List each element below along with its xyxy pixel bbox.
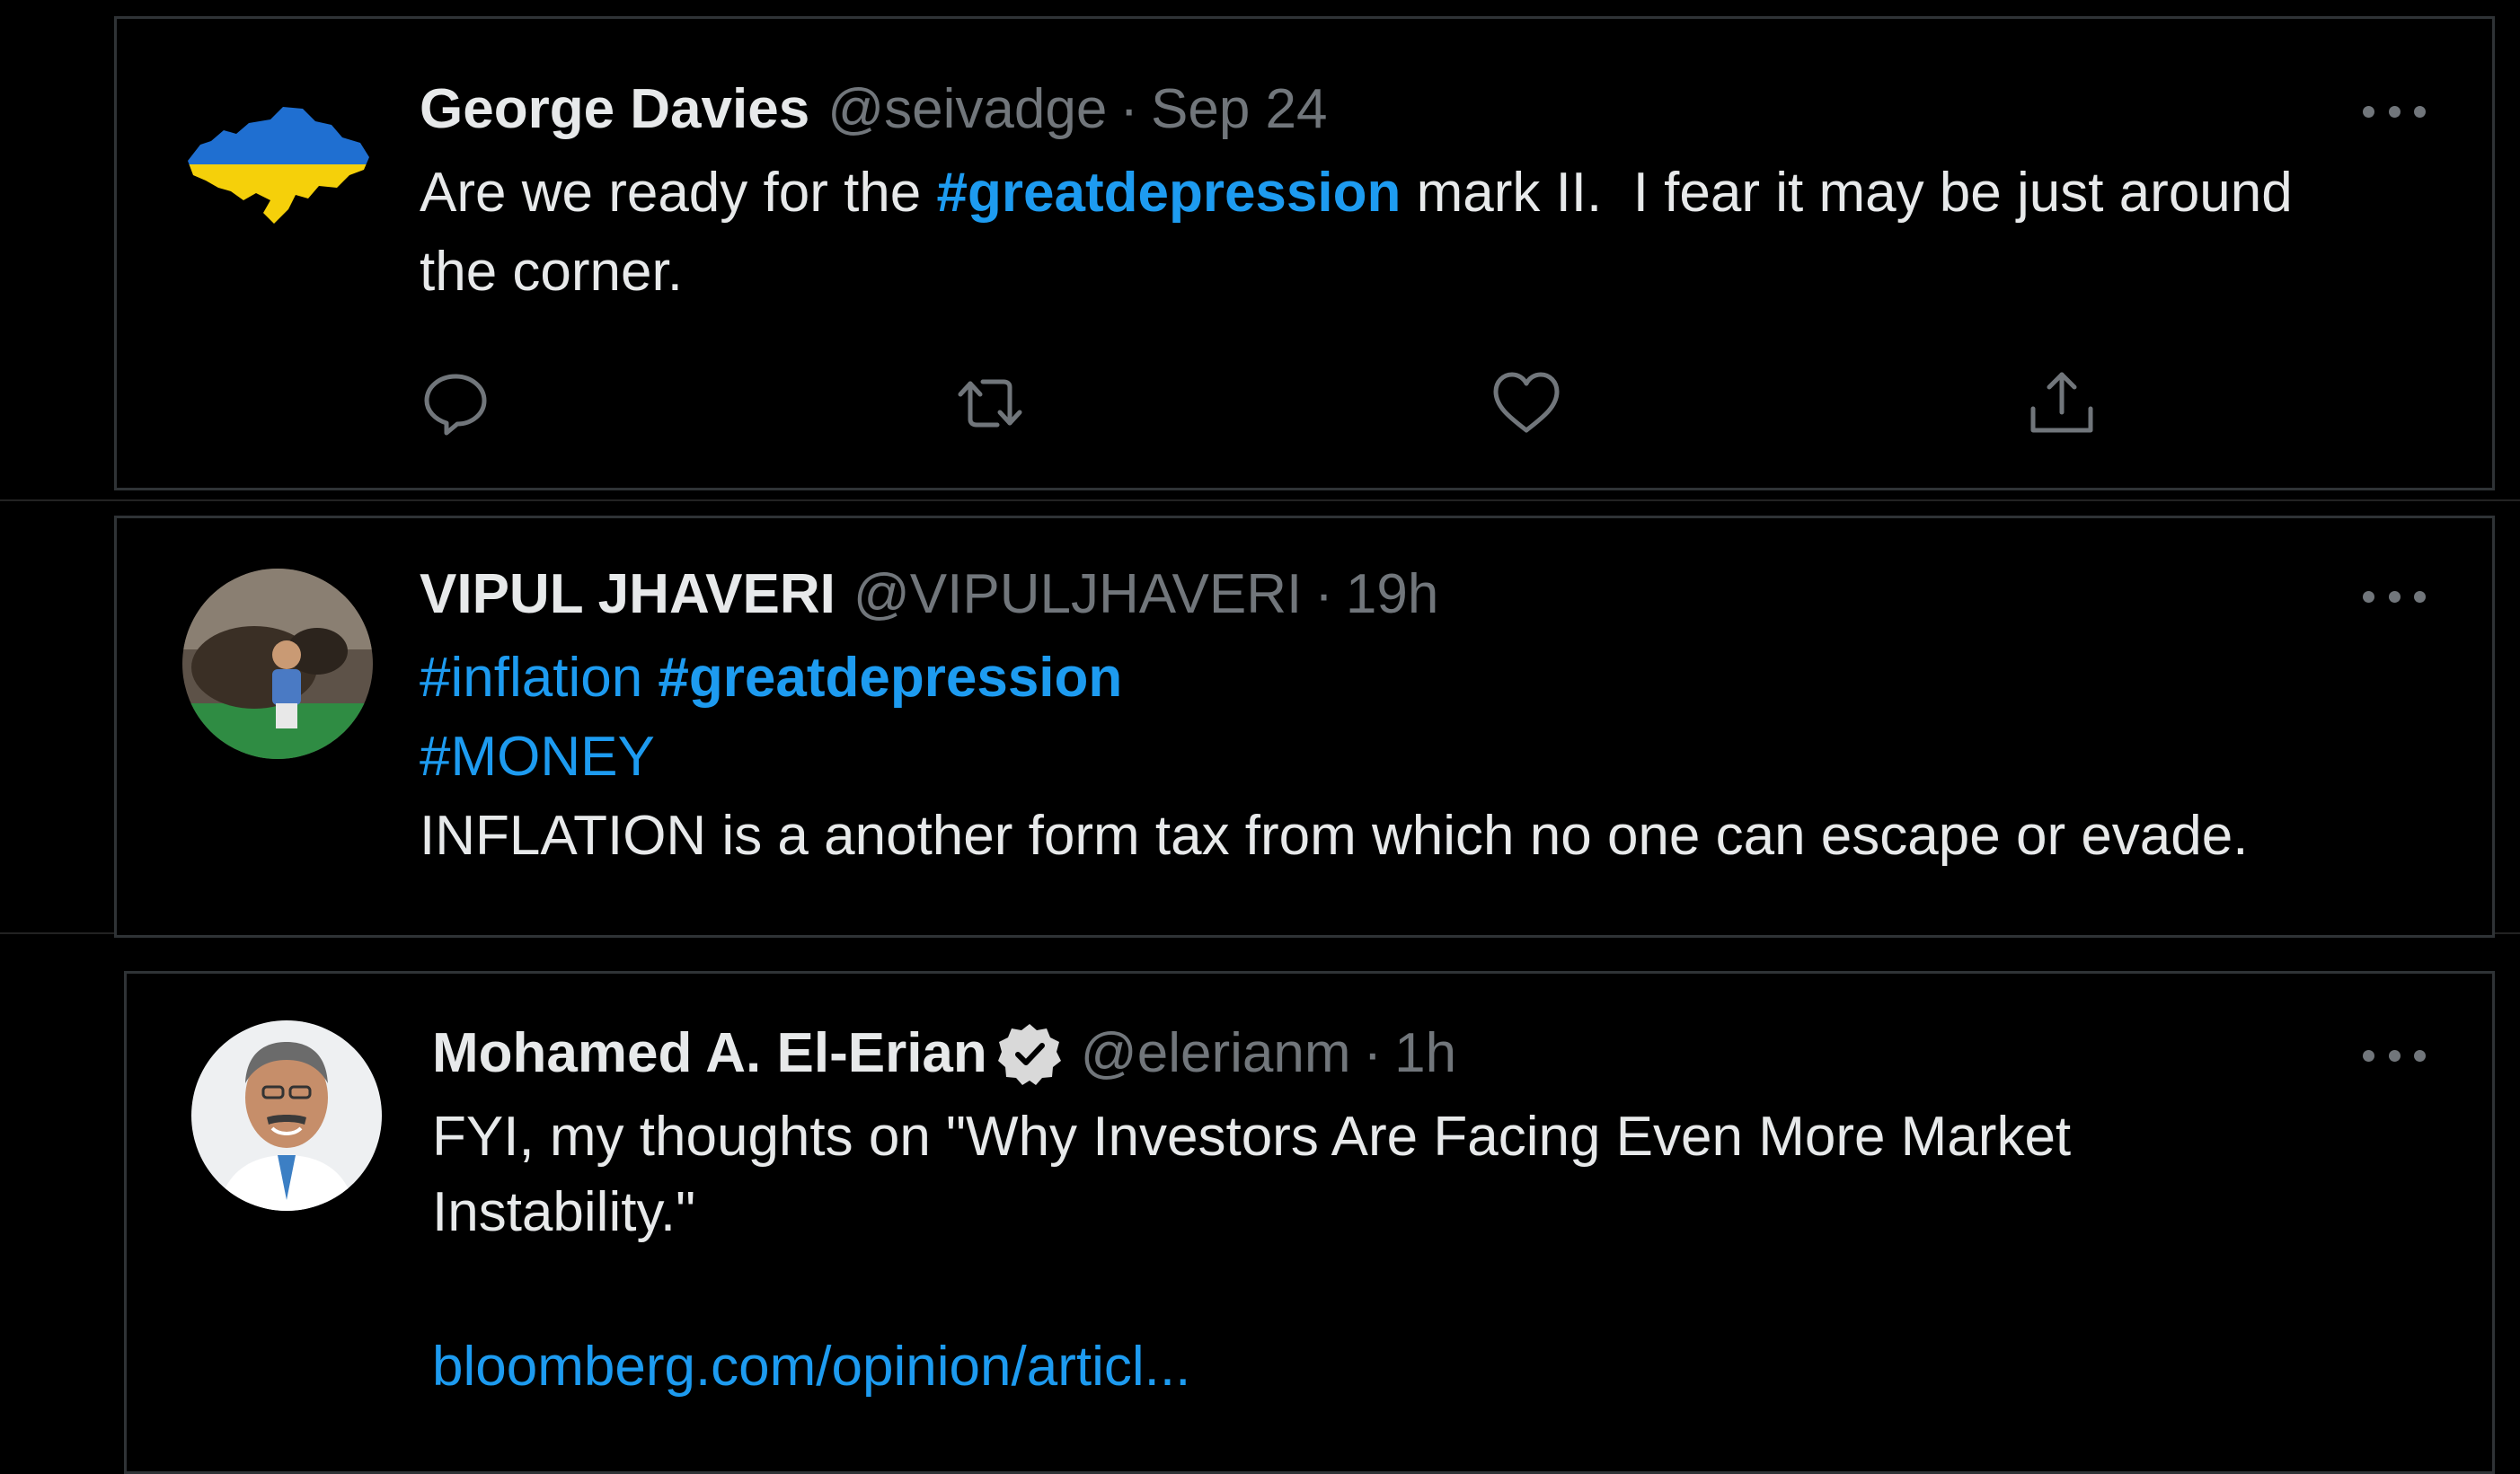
more-dot — [2388, 590, 2401, 603]
tweet-text: FYI, my thoughts on "Why Investors Are F… — [432, 1099, 2463, 1250]
hashtag-link[interactable]: #greatdepression — [937, 162, 1401, 224]
author-handle[interactable]: @seivadge — [827, 76, 1107, 143]
more-options-icon[interactable] — [2363, 1042, 2426, 1069]
hashtag-link[interactable]: #inflation — [420, 647, 642, 709]
more-dot — [2388, 1049, 2401, 1062]
author-name[interactable]: Mohamed A. El-Erian — [432, 1020, 987, 1087]
tweet-timestamp[interactable]: 1h — [1394, 1020, 1456, 1087]
reply-icon[interactable] — [420, 367, 491, 439]
tweet-link-container: bloomberg.com/opinion/articl... — [432, 1328, 2463, 1407]
more-dot — [2363, 590, 2374, 603]
retweet-icon[interactable] — [954, 367, 1026, 439]
more-dot — [2414, 590, 2426, 603]
tweet-text-segment: the corner. — [420, 241, 683, 303]
tweet-text-segment: Are we ready for the — [420, 162, 937, 224]
verified-badge-icon — [996, 1020, 1063, 1087]
author-name[interactable]: VIPUL JHAVERI — [420, 561, 836, 628]
more-dot — [2414, 105, 2426, 118]
author-handle[interactable]: @elerianm — [1081, 1020, 1351, 1087]
hashtag-link[interactable]: #greatdepression — [658, 647, 1122, 709]
separator-line — [0, 499, 2520, 501]
separator-dot: · — [1363, 1022, 1383, 1084]
avatar[interactable] — [182, 569, 373, 759]
more-options-icon[interactable] — [2363, 98, 2426, 125]
more-dot — [2388, 105, 2401, 118]
tweet-timestamp[interactable]: Sep 24 — [1151, 76, 1328, 143]
tweet-text: Are we ready for the #greatdepression ma… — [420, 154, 2450, 312]
photo-avatar-icon — [182, 569, 373, 759]
tweet-actions — [420, 367, 2216, 439]
share-icon[interactable] — [2026, 367, 2098, 439]
more-dot — [2414, 1049, 2426, 1062]
avatar[interactable] — [184, 98, 375, 233]
tweet-timestamp[interactable]: 19h — [1346, 561, 1438, 628]
tweet-card[interactable]: Mohamed A. El-Erian @elerianm · 1h FYI, … — [124, 971, 2495, 1474]
like-icon[interactable] — [1490, 367, 1562, 439]
author-handle[interactable]: @VIPULJHAVERI — [853, 561, 1302, 628]
tweet-header: VIPUL JHAVERI @VIPULJHAVERI · 19h — [420, 561, 1438, 628]
tweet-text-segment: FYI, my thoughts on "Why Investors Are F… — [432, 1106, 2072, 1168]
article-link[interactable]: bloomberg.com/opinion/articl... — [432, 1336, 1190, 1398]
tweet-card[interactable]: George Davies @seivadge · Sep 24 Are we … — [114, 16, 2495, 490]
tweet-text-segment: mark II. I fear it may be just around — [1401, 162, 2293, 224]
avatar[interactable] — [191, 1020, 382, 1211]
hashtag-link[interactable]: #MONEY — [420, 726, 655, 788]
tweet-text: #inflation #greatdepression #MONEY INFLA… — [420, 639, 2450, 876]
author-name[interactable]: George Davies — [420, 76, 809, 143]
separator-dot: · — [1119, 78, 1138, 140]
more-options-icon[interactable] — [2363, 583, 2426, 610]
tweet-text-segment: INFLATION is a another form tax from whi… — [420, 805, 2249, 867]
more-dot — [2363, 105, 2374, 118]
ukraine-flag-map-icon — [188, 107, 369, 224]
tweet-header: Mohamed A. El-Erian @elerianm · 1h — [432, 1020, 1456, 1087]
tweet-card[interactable]: VIPUL JHAVERI @VIPULJHAVERI · 19h #infla… — [114, 516, 2495, 938]
tweet-header: George Davies @seivadge · Sep 24 — [420, 76, 1328, 143]
tweet-text-segment: Instability." — [432, 1181, 696, 1243]
more-dot — [2363, 1049, 2374, 1062]
separator-dot: · — [1314, 563, 1333, 625]
portrait-avatar-icon — [191, 1020, 382, 1211]
